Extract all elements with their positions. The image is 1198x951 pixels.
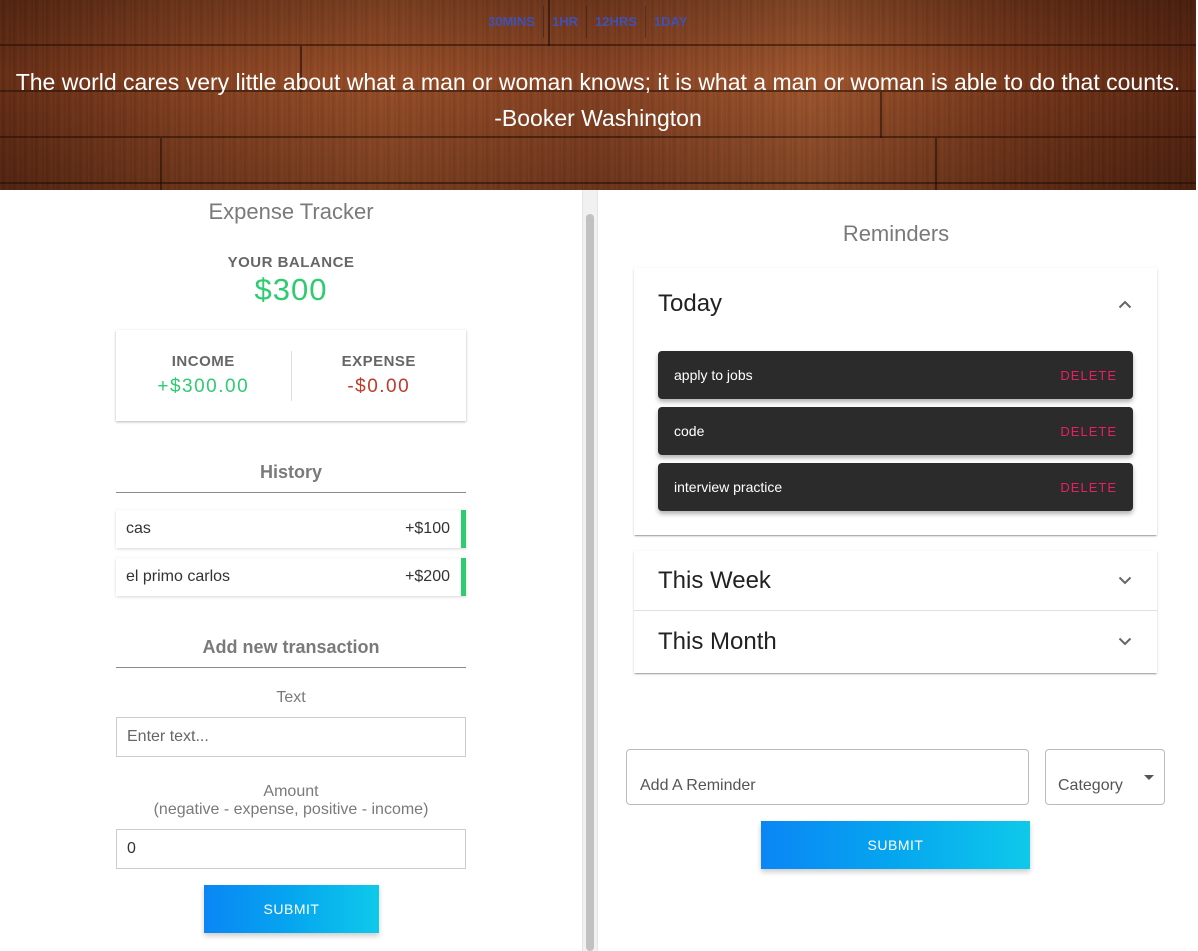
history-item-amount: +$200 <box>405 568 450 585</box>
income-label: INCOME <box>171 353 235 370</box>
accordion-this-month-header[interactable]: This Month <box>634 611 1157 672</box>
chevron-down-icon <box>1117 634 1133 650</box>
expense-summary: EXPENSE -$0.00 <box>292 353 467 398</box>
expense-tracker-title: Expense Tracker <box>208 199 374 224</box>
reminder-delete-button[interactable]: DELETE <box>1060 480 1117 495</box>
expense-tracker-panel: Expense Tracker YOUR BALANCE $300 INCOME… <box>0 190 582 951</box>
text-field-label: Text <box>276 689 306 706</box>
reminders-title: Reminders <box>842 221 950 246</box>
balance-label: YOUR BALANCE <box>227 254 355 271</box>
accordion-today-header[interactable]: Today <box>634 268 1157 340</box>
accordion-today-title: Today <box>658 290 723 317</box>
add-reminder-input[interactable]: Add A Reminder <box>626 749 1029 805</box>
add-reminder-placeholder: Add A Reminder <box>640 777 756 794</box>
history-item-text: el primo carlos <box>126 568 231 585</box>
tab-12hrs[interactable]: 12HRS <box>587 6 646 38</box>
accordion-today: Today apply to jobs DELETE code DELETE i… <box>634 268 1157 535</box>
tab-30mins[interactable]: 30MINS <box>480 6 544 38</box>
history-item-text: cas <box>126 520 151 537</box>
category-select[interactable]: Category <box>1045 749 1165 805</box>
reminder-item-text: code <box>674 423 705 439</box>
history-heading: History <box>116 462 466 493</box>
amount-field-hint: (negative - expense, positive - income) <box>153 801 429 818</box>
amount-field-label: Amount <box>263 783 319 800</box>
timer-tabs: 30MINS 1HR 12HRS 1DAY <box>480 6 695 38</box>
scrollbar[interactable] <box>582 190 598 951</box>
reminder-item: code DELETE <box>658 407 1133 455</box>
reminder-item: interview practice DELETE <box>658 463 1133 511</box>
accordion-this-week-header[interactable]: This Week <box>634 551 1157 611</box>
reminders-panel: Reminders Today apply to jobs DELETE cod… <box>598 190 1198 951</box>
tab-1day[interactable]: 1DAY <box>646 6 695 38</box>
reminder-item-text: apply to jobs <box>674 367 753 383</box>
transaction-amount-input[interactable] <box>116 829 466 869</box>
reminder-delete-button[interactable]: DELETE <box>1060 368 1117 383</box>
quote-banner: 30MINS 1HR 12HRS 1DAY The world cares ve… <box>0 0 1196 190</box>
category-label: Category <box>1058 777 1123 794</box>
income-expense-card: INCOME +$300.00 EXPENSE -$0.00 <box>116 330 466 421</box>
reminder-item-text: interview practice <box>674 479 783 495</box>
income-summary: INCOME +$300.00 <box>116 353 291 398</box>
add-transaction-submit-button[interactable]: SUBMIT <box>204 885 379 933</box>
scrollbar-thumb[interactable] <box>586 214 594 951</box>
dropdown-arrow-icon <box>1144 775 1154 780</box>
accordion-group: This Week This Month <box>634 551 1157 673</box>
expense-label: EXPENSE <box>341 353 416 370</box>
income-value: +$300.00 <box>157 376 250 397</box>
transaction-text-input[interactable] <box>116 717 466 757</box>
accordion-this-week-title: This Week <box>658 566 771 594</box>
quote-text: The world cares very little about what a… <box>15 69 1181 131</box>
history-item[interactable]: cas +$100 <box>116 510 466 548</box>
history-item-amount: +$100 <box>405 520 450 537</box>
history-item[interactable]: el primo carlos +$200 <box>116 558 466 596</box>
chevron-up-icon <box>1117 296 1133 312</box>
expense-value: -$0.00 <box>347 376 411 397</box>
tab-1hr[interactable]: 1HR <box>544 6 587 38</box>
chevron-down-icon <box>1117 573 1133 589</box>
add-reminder-submit-button[interactable]: SUBMIT <box>761 821 1030 869</box>
reminder-delete-button[interactable]: DELETE <box>1060 424 1117 439</box>
add-transaction-heading: Add new transaction <box>116 637 466 668</box>
reminder-item: apply to jobs DELETE <box>658 351 1133 399</box>
balance-value: $300 <box>254 272 328 307</box>
accordion-this-month-title: This Month <box>658 627 777 655</box>
